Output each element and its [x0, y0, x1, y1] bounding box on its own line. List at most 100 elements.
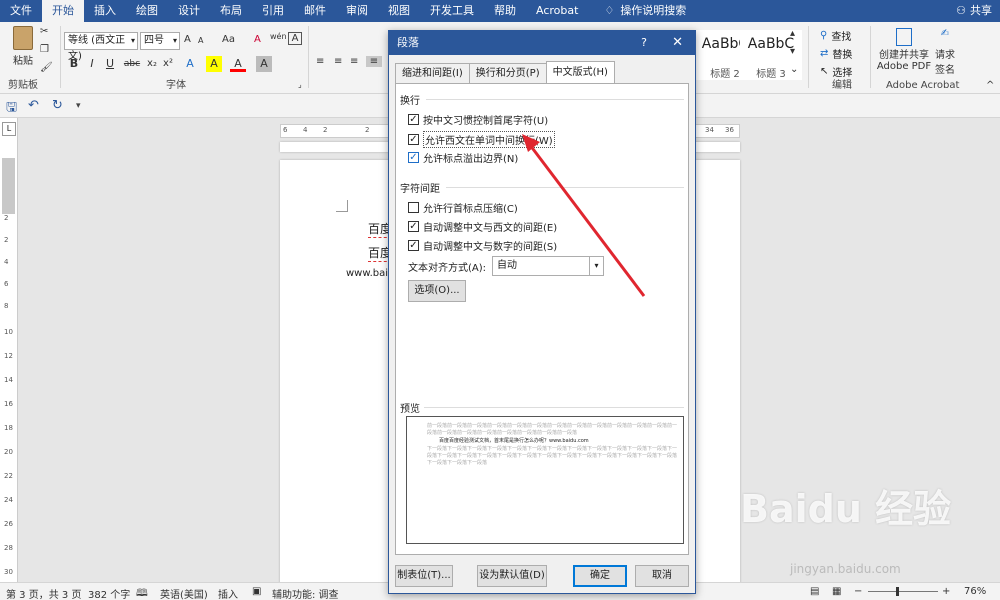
zoom-slider[interactable]: [868, 591, 938, 592]
char-border-button[interactable]: A: [288, 32, 302, 45]
cancel-button[interactable]: 取消: [635, 565, 689, 587]
paste-button[interactable]: 粘贴: [8, 26, 38, 67]
justify-icon[interactable]: ≡: [366, 56, 382, 67]
opt-compress-punct[interactable]: 允许行首标点压缩(C): [408, 200, 518, 215]
pdf-icon: [896, 28, 912, 46]
collapse-ribbon-icon[interactable]: ^: [986, 80, 994, 91]
subscript-button[interactable]: x₂: [144, 56, 160, 72]
align-left-icon[interactable]: ≡: [316, 56, 324, 67]
option-label: 允许标点溢出边界(N): [423, 154, 519, 165]
page-count[interactable]: 第 3 页，共 3 页: [6, 586, 81, 600]
opt-space-asian-latin[interactable]: ✓ 自动调整中文与西文的间距(E): [408, 219, 557, 234]
checkbox-checked-icon[interactable]: ✓: [408, 221, 419, 232]
styles-more-icon[interactable]: ⌄: [790, 64, 798, 75]
tab-indents-spacing[interactable]: 缩进和间距(I): [395, 63, 470, 83]
strikethrough-button[interactable]: abc: [122, 56, 142, 72]
tab-home[interactable]: 开始: [42, 0, 84, 22]
shrink-font-button[interactable]: A: [198, 36, 203, 45]
format-painter-icon[interactable]: 🖌: [40, 62, 53, 73]
ruler-tick: 2: [4, 236, 9, 244]
create-share-pdf-button[interactable]: 创建并共享 Adobe PDF: [876, 28, 932, 72]
align-center-icon[interactable]: ≡: [334, 56, 342, 67]
help-button[interactable]: ?: [641, 31, 647, 55]
chevron-down-icon[interactable]: ▾: [589, 257, 603, 275]
text-effects-button[interactable]: A: [182, 56, 198, 72]
font-color-button[interactable]: A: [230, 56, 246, 72]
tell-me-search[interactable]: ♢ 操作说明搜索: [588, 0, 686, 22]
italic-button[interactable]: I: [84, 56, 100, 72]
opt-allow-hanging-punct[interactable]: ✓ 允许标点溢出边界(N): [408, 150, 518, 165]
checkbox-checked-icon[interactable]: ✓: [408, 152, 419, 163]
tab-asian-typography[interactable]: 中文版式(H): [545, 61, 615, 83]
char-shading-button[interactable]: A: [256, 56, 272, 72]
insert-mode[interactable]: 插入: [218, 586, 238, 600]
align-right-icon[interactable]: ≡: [350, 56, 358, 67]
grow-font-button[interactable]: A: [184, 34, 191, 45]
dialog-launcher-icon[interactable]: ⌟: [298, 80, 302, 89]
text-alignment-row: 文本对齐方式(A): 自动 ▾: [408, 256, 605, 276]
tab-references[interactable]: 引用: [252, 0, 294, 22]
request-signature-button[interactable]: ✍ 请求 签名: [930, 28, 960, 76]
font-size-select[interactable]: 四号 ▾: [140, 32, 180, 50]
change-case-button[interactable]: Aa: [222, 34, 235, 45]
print-layout-icon[interactable]: ▦: [832, 586, 841, 597]
clear-format-button[interactable]: A: [254, 34, 261, 45]
tab-acrobat[interactable]: Acrobat: [526, 0, 588, 22]
opt-space-asian-number[interactable]: ✓ 自动调整中文与数字的间距(S): [408, 238, 557, 253]
share-button[interactable]: ⚇ 共享: [956, 0, 992, 22]
superscript-button[interactable]: x²: [160, 56, 176, 72]
set-default-button[interactable]: 设为默认值(D): [477, 565, 547, 587]
customize-qat-icon[interactable]: ▾: [76, 101, 81, 111]
highlight-button[interactable]: A: [206, 56, 222, 72]
opt-allow-latin-wrap[interactable]: ✓ 允许西文在单词中间换行(W): [408, 131, 555, 148]
underline-button[interactable]: U: [102, 56, 118, 72]
options-button[interactable]: 选项(O)...: [408, 280, 466, 302]
tab-mailings[interactable]: 邮件: [294, 0, 336, 22]
find-button[interactable]: ⚲ 查找: [820, 28, 851, 43]
opt-control-first-last[interactable]: ✓ 按中文习惯控制首尾字符(U): [408, 112, 548, 127]
save-icon[interactable]: 🖫: [6, 98, 17, 120]
language[interactable]: 英语(美国): [160, 586, 208, 600]
macro-icon[interactable]: ▣: [252, 586, 261, 597]
font-name-select[interactable]: 等线 (西文正文) ▾: [64, 32, 138, 62]
tab-draw[interactable]: 绘图: [126, 0, 168, 22]
bold-button[interactable]: B: [66, 56, 82, 72]
zoom-out-icon[interactable]: −: [854, 586, 862, 597]
tab-view[interactable]: 视图: [378, 0, 420, 22]
tab-review[interactable]: 审阅: [336, 0, 378, 22]
close-icon[interactable]: ✕: [672, 31, 683, 55]
replace-button[interactable]: ⇄ 替换: [820, 46, 852, 61]
read-mode-icon[interactable]: ▤: [810, 586, 819, 597]
tabs-button[interactable]: 制表位(T)...: [395, 565, 453, 587]
word-count[interactable]: 382 个字: [88, 586, 130, 600]
phonetic-guide-button[interactable]: wén: [270, 32, 287, 41]
paragraph-dialog: 段落 ? ✕ 缩进和间距(I) 换行和分页(P) 中文版式(H) 换行 ✓ 按中…: [388, 30, 696, 594]
tab-file[interactable]: 文件: [0, 0, 42, 22]
zoom-in-icon[interactable]: +: [942, 586, 950, 597]
ok-button[interactable]: 确定: [573, 565, 627, 587]
zoom-level[interactable]: 76%: [964, 586, 986, 597]
checkbox-checked-icon[interactable]: ✓: [408, 134, 419, 145]
checkbox-checked-icon[interactable]: ✓: [408, 114, 419, 125]
accessibility-status[interactable]: 辅助功能: 调查: [272, 586, 339, 600]
tab-design[interactable]: 设计: [168, 0, 210, 22]
styles-scroll-down-icon[interactable]: ▾: [790, 46, 795, 57]
doc-paragraph-3[interactable]: www.bai: [346, 268, 388, 279]
tab-layout[interactable]: 布局: [210, 0, 252, 22]
tab-developer[interactable]: 开发工具: [420, 0, 484, 22]
zoom-slider-thumb[interactable]: [896, 587, 899, 596]
ruler-tick: 2: [323, 126, 328, 134]
tab-selector[interactable]: L: [2, 122, 16, 136]
checkbox-checked-icon[interactable]: ✓: [408, 240, 419, 251]
checkbox-unchecked-icon[interactable]: [408, 202, 419, 213]
copy-icon[interactable]: ❐: [40, 44, 49, 55]
redo-icon[interactable]: ↻: [52, 98, 63, 113]
cut-icon[interactable]: ✂: [40, 26, 48, 37]
proofing-icon[interactable]: 🕮: [136, 586, 148, 600]
tab-insert[interactable]: 插入: [84, 0, 126, 22]
text-alignment-select[interactable]: 自动 ▾: [492, 256, 605, 276]
undo-icon[interactable]: ↶: [28, 98, 39, 113]
styles-scroll-up-icon[interactable]: ▴: [790, 28, 795, 39]
tab-help[interactable]: 帮助: [484, 0, 526, 22]
tab-line-page-breaks[interactable]: 换行和分页(P): [468, 63, 547, 83]
